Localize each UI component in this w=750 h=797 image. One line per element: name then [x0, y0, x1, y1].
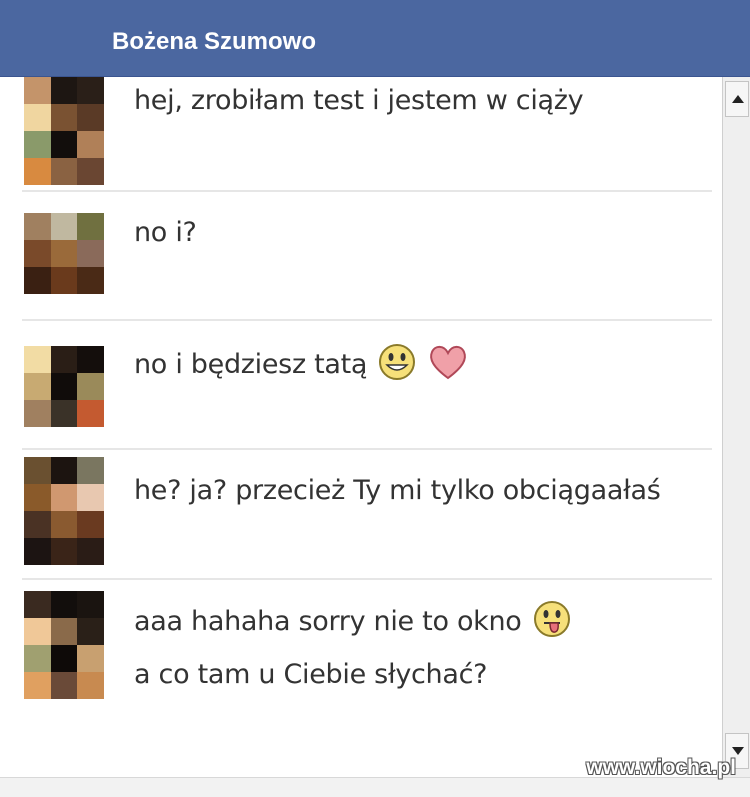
chat-input-bar[interactable]: [0, 777, 750, 797]
message-row: aaa hahaha sorry nie to okno a co tam u …: [0, 581, 712, 761]
scroll-up-button[interactable]: [725, 81, 749, 117]
tongue-out-emoji-icon: [532, 599, 572, 646]
message-divider: [22, 319, 712, 321]
message-text: he? ja? przecież Ty mi tylko obciągaałaś: [134, 475, 661, 506]
avatar-pixelated[interactable]: [24, 213, 104, 294]
message-row: he? ja? przecież Ty mi tylko obciągaałaś: [0, 451, 712, 577]
message-divider: [22, 190, 712, 192]
chat-header: Bożena Szumowo: [0, 0, 750, 77]
avatar-pixelated[interactable]: [24, 591, 104, 699]
avatar-pixelated[interactable]: [24, 346, 104, 427]
contact-name[interactable]: Bożena Szumowo: [112, 28, 316, 56]
watermark: www.wiocha.pl: [586, 756, 736, 779]
smile-emoji-icon: [377, 342, 417, 389]
message-text: no i będziesz tatą: [134, 342, 469, 389]
message-text: no i?: [134, 217, 197, 248]
message-row: no i?: [0, 193, 712, 318]
chat-messages: hej, zrobiłam test i jestem w ciąży no i…: [0, 77, 722, 777]
message-divider: [22, 448, 712, 450]
message-text: aaa hahaha sorry nie to okno: [134, 599, 572, 646]
message-divider: [22, 578, 712, 580]
message-text: hej, zrobiłam test i jestem w ciąży: [134, 85, 584, 116]
message-row: no i będziesz tatą: [0, 322, 712, 447]
message-text-content: aaa hahaha sorry nie to okno: [134, 606, 522, 637]
heart-emoji-icon: [427, 342, 469, 389]
message-text-line2: a co tam u Ciebie słychać?: [134, 659, 488, 690]
vertical-scrollbar[interactable]: [722, 77, 750, 777]
avatar-pixelated[interactable]: [24, 457, 104, 565]
message-text-content: no i będziesz tatą: [134, 349, 368, 380]
message-row: hej, zrobiłam test i jestem w ciąży: [0, 77, 712, 189]
avatar-pixelated[interactable]: [24, 77, 104, 185]
